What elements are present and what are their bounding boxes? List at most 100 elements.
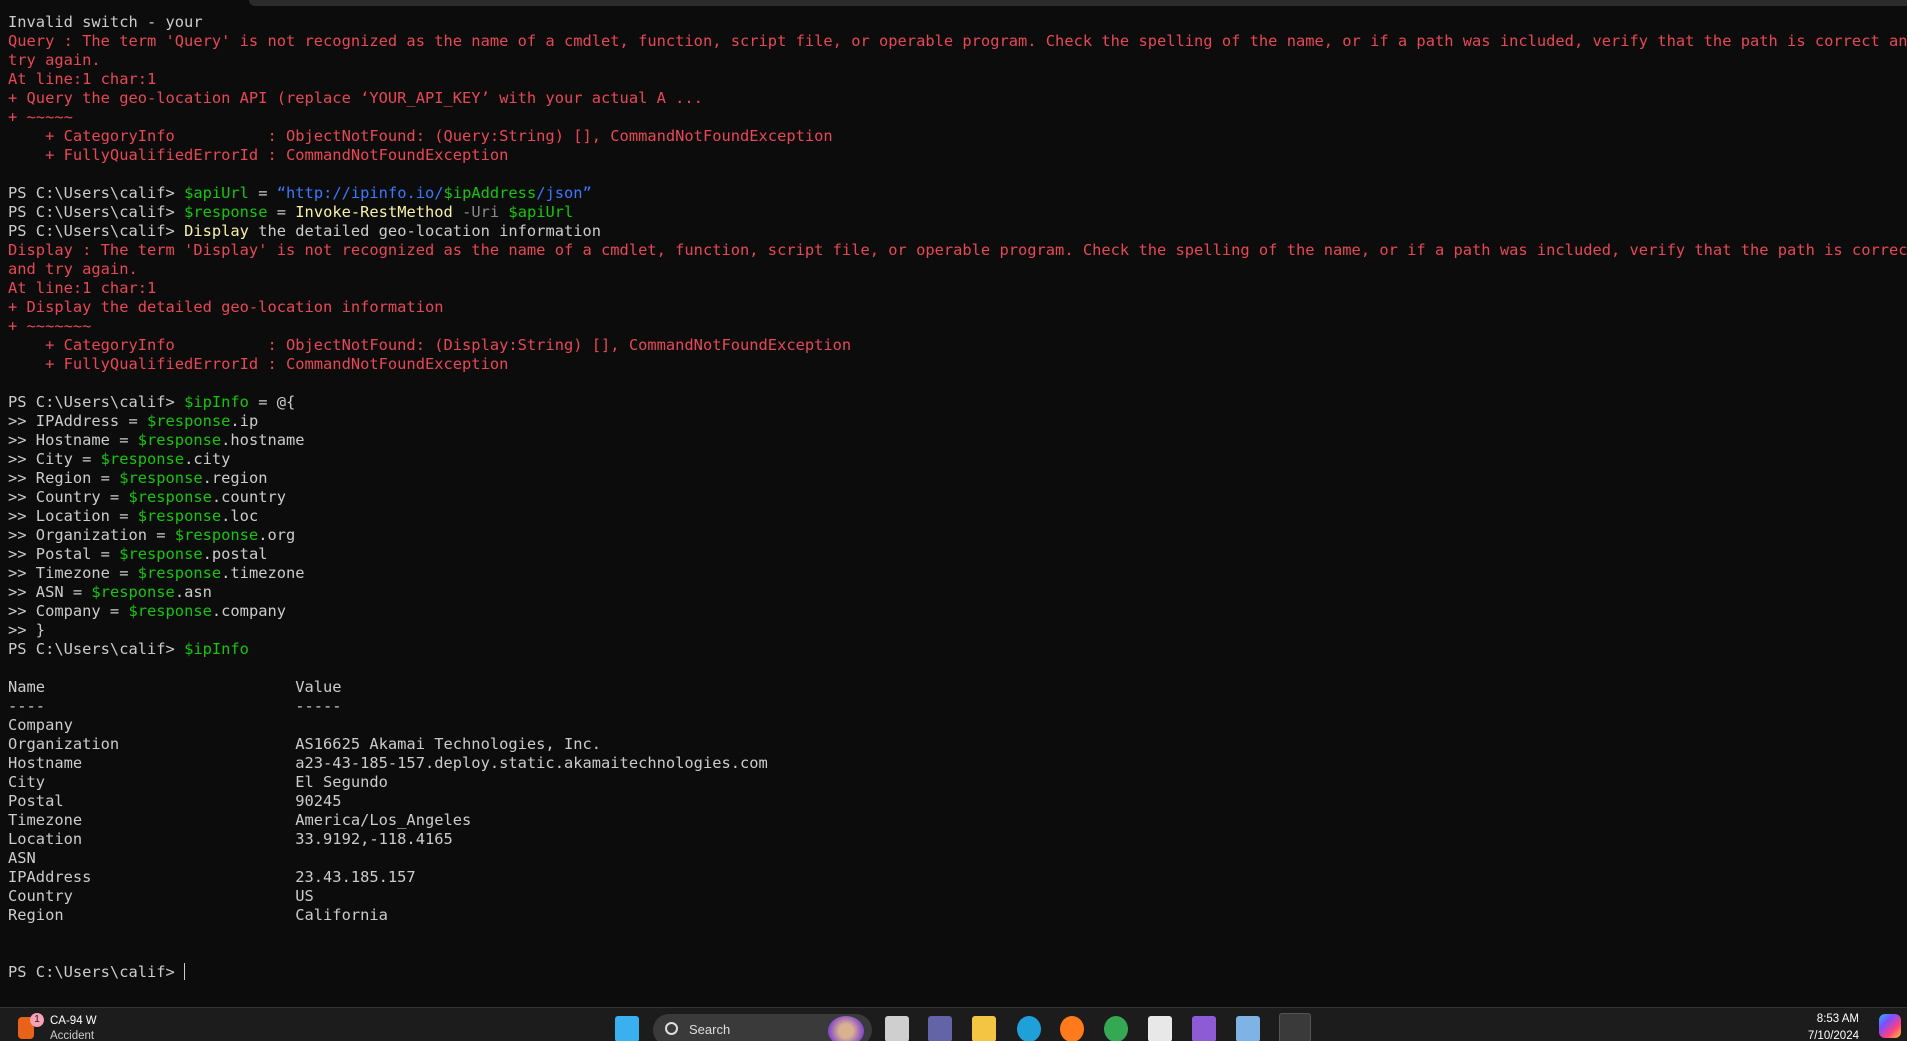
terminal-line: >> Postal = $response.postal [8,545,1907,564]
terminal-text: .region [202,469,268,487]
search-box[interactable]: Search [653,1014,872,1041]
terminal-line: + CategoryInfo : ObjectNotFound: (Displa… [8,336,1907,355]
terminal-text: IPAddress 23.43.185.157 [8,868,416,886]
terminal-text: >> Region = [8,469,120,487]
notepad-icon[interactable] [1236,1016,1260,1041]
clock-date: 7/10/2024 [1807,1030,1859,1041]
terminal-line: PS C:\Users\calif> $apiUrl = “http://ipi… [8,184,1907,203]
terminal-text: .postal [202,545,268,563]
terminal-text: $response [147,412,231,430]
terminal-line: PS C:\Users\calif> Display the detailed … [8,222,1907,241]
terminal-line: + ~~~~~~~ [8,317,1907,336]
terminal-line: At line:1 char:1 [8,279,1907,298]
terminal-text: >> Country = [8,488,129,506]
terminal-text: + CategoryInfo : ObjectNotFound: (Displa… [8,336,852,354]
terminal-text: >> Timezone = [8,564,138,582]
terminal-text: Name Value [8,678,342,696]
terminal-text: Region California [8,906,388,924]
terminal-text: .city [184,450,231,468]
maps-icon[interactable] [1148,1016,1172,1041]
terminal-text: Invoke-RestMethod [295,203,453,221]
terminal-text: + FullyQualifiedErrorId : CommandNotFoun… [8,355,509,373]
terminal-text: >> } [8,621,46,639]
terminal-text: + Display the detailed geo-location info… [8,298,444,316]
terminal-text: $response [128,602,212,620]
terminal-text: PS C:\Users\calif> [8,963,185,981]
terminal-line: Organization AS16625 Akamai Technologies… [8,735,1907,754]
terminal-line: PS C:\Users\calif> $response = Invoke-Re… [8,203,1907,222]
terminal-text: Organization AS16625 Akamai Technologies… [8,735,602,753]
terminal-line: Region California [8,906,1907,925]
terminal-text: .hostname [221,431,305,449]
terminal-text: + CategoryInfo : ObjectNotFound: (Query:… [8,127,833,145]
terminal-text: + ~~~~~~~ [8,317,92,335]
terminal-line: >> } [8,621,1907,640]
terminal-text: .asn [174,583,212,601]
terminal-text: .country [211,488,287,506]
terminal-line: PS C:\Users\calif> $ipInfo [8,640,1907,659]
search-icon [665,1022,678,1035]
terminal-text: $response [91,583,175,601]
terminal-text: PS C:\Users\calif> [8,203,185,221]
firefox-icon[interactable] [1060,1016,1084,1041]
terminal-output[interactable]: Invalid switch - your Query : The term 'Q… [8,13,1907,982]
terminal-text: + ~~~~~ [8,108,73,126]
copilot-icon[interactable] [1879,1014,1901,1038]
terminal-text: $response [137,564,222,582]
search-highlight-image [828,1016,864,1041]
teams-icon[interactable] [928,1016,952,1041]
terminal-text: $response [119,545,203,563]
terminal-line: Query : The term 'Query' is not recogniz… [8,32,1907,51]
search-label: Search [689,1022,731,1037]
terminal-text: + FullyQualifiedErrorId : CommandNotFoun… [8,146,509,164]
tab-bar-strip [249,0,1907,6]
terminal-line: >> ASN = $response.asn [8,583,1907,602]
terminal-text: ASN [8,849,36,867]
terminal-line: PS C:\Users\calif> [8,963,1907,982]
terminal-text: = [248,184,277,202]
clipchamp-icon[interactable] [1192,1016,1216,1041]
terminal-text: At line:1 char:1 [8,279,157,297]
terminal-text: PS C:\Users\calif> [8,184,185,202]
terminal-text: + Query the geo-location API (replace ‘Y… [8,89,703,107]
terminal-text: try again. [8,51,101,69]
terminal-text: /json” [536,184,592,202]
terminal-line: and try again. [8,260,1907,279]
terminal-text: Query : The term 'Query' is not recogniz… [8,32,1907,50]
terminal-line: At line:1 char:1 [8,70,1907,89]
terminal-line: Country US [8,887,1907,906]
terminal-line: Company [8,716,1907,735]
terminal-text: “http://ipinfo.io/ [276,184,444,202]
terminal-line: >> Region = $response.region [8,469,1907,488]
terminal-icon[interactable] [1279,1013,1311,1041]
terminal-text: >> Postal = [8,545,120,563]
terminal-line: + FullyQualifiedErrorId : CommandNotFoun… [8,146,1907,165]
terminal-line: + CategoryInfo : ObjectNotFound: (Query:… [8,127,1907,146]
terminal-text: Display : The term 'Display' is not reco… [8,241,1907,259]
chrome-icon[interactable] [1104,1016,1128,1041]
terminal-line: >> Timezone = $response.timezone [8,564,1907,583]
terminal-text: $response [119,469,203,487]
terminal-text: ---- ----- [8,697,342,715]
text-cursor [184,963,186,980]
terminal-line: + Display the detailed geo-location info… [8,298,1907,317]
terminal-text: >> ASN = [8,583,92,601]
file-explorer-icon[interactable] [972,1016,996,1041]
terminal-text: $response [100,450,185,468]
terminal-line: IPAddress 23.43.185.157 [8,868,1907,887]
terminal-text: $response [174,526,259,544]
clock[interactable]: 8:53 AM 7/10/2024 [1808,1011,1859,1041]
terminal-line: Timezone America/Los_Angeles [8,811,1907,830]
terminal-text: and try again. [8,260,138,278]
terminal-line: + ~~~~~ [8,108,1907,127]
weather-subtitle: Accident [50,1030,95,1041]
terminal-text: At line:1 char:1 [8,70,157,88]
edge-icon[interactable] [1017,1016,1041,1041]
terminal-text: $apiUrl [184,184,249,202]
windows-start-icon[interactable] [615,1016,639,1041]
terminal-line: ---- ----- [8,697,1907,716]
terminal-text: = @{ [248,393,296,411]
task-view-icon[interactable] [885,1016,909,1041]
